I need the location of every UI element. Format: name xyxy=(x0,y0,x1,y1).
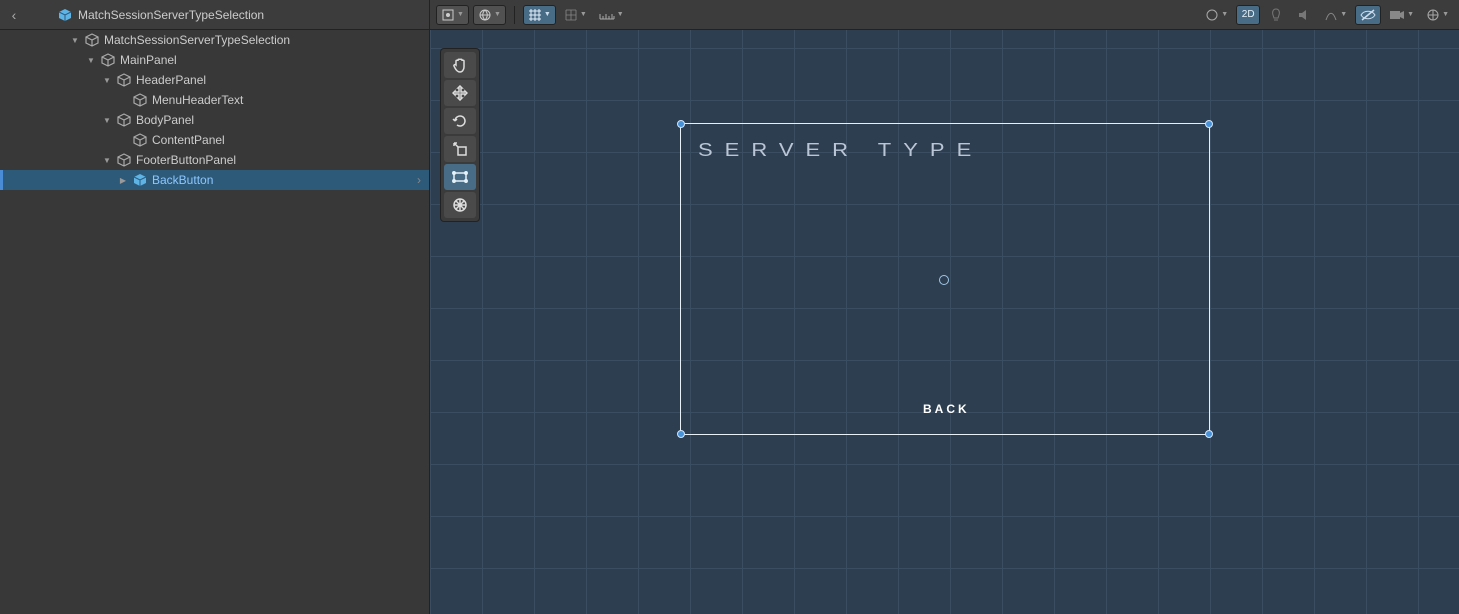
hierarchy-row[interactable]: MainPanel xyxy=(0,50,429,70)
tool-palette xyxy=(440,48,480,222)
scene-toolbar: ▼ ▼ ▼ ▼ ▼ ▼ 2D xyxy=(430,0,1459,30)
handle-bottom-right[interactable] xyxy=(1205,430,1213,438)
back-button-label: BACK xyxy=(923,402,970,416)
hierarchy-row[interactable]: ContentPanel xyxy=(0,130,429,150)
lightbulb-icon xyxy=(1270,8,1282,22)
hierarchy-item-label: ContentPanel xyxy=(152,133,225,147)
grid-icon xyxy=(528,8,542,22)
transform-icon xyxy=(452,197,468,213)
lighting-button[interactable] xyxy=(1264,5,1288,25)
hand-tool-button[interactable] xyxy=(444,52,476,78)
gameobject-cube-icon xyxy=(101,53,115,67)
handle-bottom-left[interactable] xyxy=(677,430,685,438)
fx-button[interactable]: ▼ xyxy=(1320,5,1351,25)
rect-tool-button[interactable] xyxy=(444,164,476,190)
menu-header-text: SERVER TYPE xyxy=(698,139,983,161)
gameobject-cube-icon xyxy=(133,133,147,147)
pivot-gizmo[interactable] xyxy=(939,275,949,285)
hierarchy-row[interactable]: HeaderPanel xyxy=(0,70,429,90)
prefab-cube-icon xyxy=(133,173,147,187)
expand-placeholder xyxy=(118,135,128,145)
hierarchy-item-label: MenuHeaderText xyxy=(152,93,243,107)
globe-icon xyxy=(478,8,492,22)
scale-tool-button[interactable] xyxy=(444,136,476,162)
hierarchy-row[interactable]: MenuHeaderText xyxy=(0,90,429,110)
chevron-down-icon: ▼ xyxy=(494,11,501,18)
move-icon xyxy=(452,85,468,101)
gizmo-icon xyxy=(1426,8,1440,22)
scene-view[interactable]: SERVER TYPE BACK xyxy=(430,30,1459,614)
handle-top-right[interactable] xyxy=(1205,120,1213,128)
eye-off-icon xyxy=(1360,9,1376,21)
fx-icon xyxy=(1324,8,1338,22)
open-prefab-icon[interactable]: › xyxy=(417,173,421,187)
hierarchy-item-label: MatchSessionServerTypeSelection xyxy=(104,33,290,47)
expand-down-icon[interactable] xyxy=(102,75,112,85)
audio-button[interactable] xyxy=(1292,5,1316,25)
transform-tool-button[interactable] xyxy=(444,192,476,218)
audio-icon xyxy=(1297,8,1311,22)
hierarchy-item-label: BackButton xyxy=(152,173,213,187)
grid-snap-button[interactable]: ▼ xyxy=(523,5,556,25)
hierarchy-item-label: MainPanel xyxy=(120,53,177,67)
hand-icon xyxy=(452,57,468,73)
chevron-down-icon: ▼ xyxy=(1340,11,1347,18)
expand-down-icon[interactable] xyxy=(70,35,80,45)
box-icon xyxy=(441,8,455,22)
2d-label: 2D xyxy=(1242,9,1255,20)
chevron-down-icon: ▼ xyxy=(1407,11,1414,18)
hierarchy-item-label: BodyPanel xyxy=(136,113,194,127)
ruler-icon xyxy=(599,9,615,21)
rotate-tool-button[interactable] xyxy=(444,108,476,134)
draw-mode-button[interactable]: ▼ xyxy=(473,5,506,25)
grid-dots-icon xyxy=(564,8,578,22)
hierarchy-row[interactable]: BackButton › xyxy=(0,170,429,190)
hierarchy-header: ‹ MatchSessionServerTypeSelection xyxy=(0,0,430,30)
rect-icon xyxy=(452,169,468,185)
expand-right-icon[interactable] xyxy=(118,175,128,185)
expand-down-icon[interactable] xyxy=(102,155,112,165)
expand-down-icon[interactable] xyxy=(86,55,96,65)
prefab-cube-icon xyxy=(58,8,72,22)
move-tool-button[interactable] xyxy=(444,80,476,106)
handle-top-left[interactable] xyxy=(677,120,685,128)
ruler-button[interactable]: ▼ xyxy=(595,5,628,25)
circle-icon xyxy=(1205,8,1219,22)
hierarchy-item-label: HeaderPanel xyxy=(136,73,206,87)
hierarchy-panel[interactable]: MatchSessionServerTypeSelection MainPanel… xyxy=(0,30,430,614)
debug-draw-button[interactable]: ▼ xyxy=(1201,5,1232,25)
hierarchy-row[interactable]: FooterButtonPanel xyxy=(0,150,429,170)
gameobject-cube-icon xyxy=(117,113,131,127)
camera-button[interactable]: ▼ xyxy=(1385,5,1418,25)
snap-increment-button[interactable]: ▼ xyxy=(560,5,591,25)
gameobject-cube-icon xyxy=(117,153,131,167)
hierarchy-item-label: FooterButtonPanel xyxy=(136,153,236,167)
chevron-down-icon: ▼ xyxy=(1221,11,1228,18)
expand-placeholder xyxy=(118,95,128,105)
hierarchy-row[interactable]: BodyPanel xyxy=(0,110,429,130)
gameobject-cube-icon xyxy=(133,93,147,107)
visibility-button[interactable] xyxy=(1355,5,1381,25)
shading-mode-button[interactable]: ▼ xyxy=(436,5,469,25)
rotate-icon xyxy=(452,113,468,129)
hierarchy-row[interactable]: MatchSessionServerTypeSelection xyxy=(0,30,429,50)
chevron-down-icon: ▼ xyxy=(544,11,551,18)
prefab-title: MatchSessionServerTypeSelection xyxy=(78,8,264,22)
2d-mode-button[interactable]: 2D xyxy=(1236,5,1260,25)
camera-icon xyxy=(1389,9,1405,21)
gameobject-cube-icon xyxy=(117,73,131,87)
scale-icon xyxy=(452,141,468,157)
expand-down-icon[interactable] xyxy=(102,115,112,125)
chevron-down-icon: ▼ xyxy=(1442,11,1449,18)
gameobject-cube-icon xyxy=(85,33,99,47)
chevron-down-icon: ▼ xyxy=(457,11,464,18)
chevron-down-icon: ▼ xyxy=(617,11,624,18)
back-icon[interactable]: ‹ xyxy=(0,7,28,23)
gizmos-button[interactable]: ▼ xyxy=(1422,5,1453,25)
chevron-down-icon: ▼ xyxy=(580,11,587,18)
